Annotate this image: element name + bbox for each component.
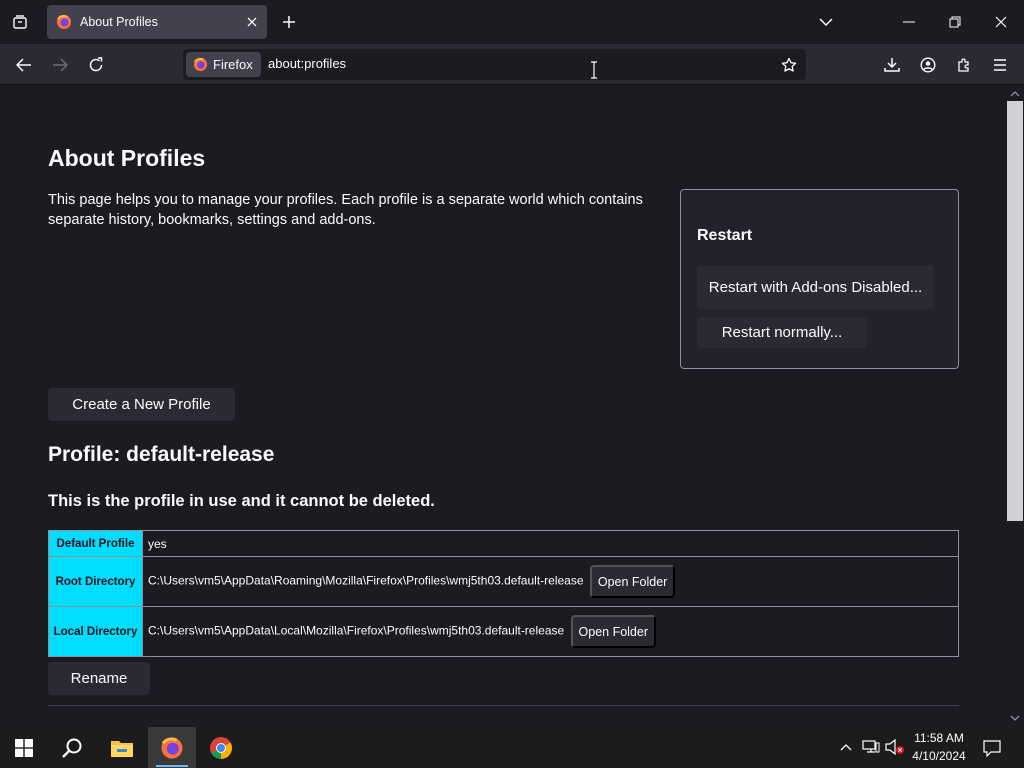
clock-time[interactable]: 11:58 AM: [912, 731, 966, 745]
open-local-folder-button[interactable]: Open Folder: [570, 615, 656, 648]
row-value: yes: [142, 530, 959, 557]
url-input[interactable]: about:profiles: [268, 56, 346, 71]
open-root-folder-button[interactable]: Open Folder: [589, 565, 676, 598]
rename-button[interactable]: Rename: [48, 662, 150, 695]
tray-chevron-icon[interactable]: [838, 739, 854, 755]
firefox-logo-icon: [57, 14, 71, 29]
intro-text: This page helps you to manage your profi…: [48, 192, 643, 228]
network-icon[interactable]: [861, 738, 881, 756]
forward-icon: [45, 50, 75, 80]
windows-start-icon[interactable]: [0, 727, 48, 768]
volume-muted-icon[interactable]: [884, 738, 906, 756]
page-title: About Profiles: [48, 145, 206, 171]
window-close-icon[interactable]: [982, 6, 1020, 38]
back-icon[interactable]: [9, 50, 39, 80]
scrollbar-thumb[interactable]: [1007, 101, 1023, 521]
text-cursor-icon: [591, 61, 597, 79]
extensions-icon[interactable]: [949, 50, 979, 80]
divider: [48, 705, 959, 706]
firefox-logo-icon: [193, 57, 208, 72]
row-value: C:\Users\vm5\AppData\Local\Mozilla\Firef…: [142, 606, 959, 657]
identity-box[interactable]: Firefox: [186, 52, 261, 77]
url-bar[interactable]: Firefox about:profiles: [183, 49, 806, 80]
restore-icon[interactable]: [936, 6, 974, 38]
new-tab-icon[interactable]: [275, 8, 303, 36]
reload-icon[interactable]: [81, 50, 111, 80]
profile-in-use-note: This is the profile in use and it cannot…: [48, 492, 435, 510]
page-content: About Profiles This page helps you to ma…: [0, 85, 1006, 727]
identity-label: Firefox: [213, 57, 253, 72]
table-row: Root Directory C:\Users\vm5\AppData\Roam…: [48, 556, 959, 607]
row-label: Root Directory: [48, 556, 143, 607]
search-icon[interactable]: [48, 727, 96, 768]
default-profile-value: yes: [148, 536, 167, 551]
menu-icon[interactable]: [985, 50, 1015, 80]
close-icon[interactable]: [237, 7, 267, 37]
clock-date[interactable]: 4/10/2024: [911, 749, 967, 763]
root-directory-path: C:\Users\vm5\AppData\Roaming\Mozilla\Fir…: [148, 573, 584, 588]
row-value: C:\Users\vm5\AppData\Roaming\Mozilla\Fir…: [142, 556, 959, 607]
bookmark-star-icon[interactable]: [778, 54, 800, 76]
tab-title: About Profiles: [80, 15, 158, 29]
restart-normally-button[interactable]: Restart normally...: [697, 317, 867, 348]
restart-heading: Restart: [697, 227, 753, 244]
profile-table: Default Profile yes Root Directory C:\Us…: [48, 530, 959, 657]
minimize-icon[interactable]: [890, 6, 928, 38]
vertical-scrollbar[interactable]: [1006, 85, 1024, 727]
table-row: Local Directory C:\Users\vm5\AppData\Loc…: [48, 606, 959, 657]
table-row: Default Profile yes: [48, 530, 959, 557]
notifications-icon[interactable]: [980, 737, 1004, 759]
firefox-taskbar-icon[interactable]: [148, 727, 196, 768]
scroll-down-icon[interactable]: [1010, 713, 1020, 723]
create-profile-button[interactable]: Create a New Profile: [48, 388, 235, 421]
file-explorer-icon[interactable]: [98, 727, 146, 768]
scroll-up-icon[interactable]: [1010, 89, 1020, 99]
downloads-icon[interactable]: [877, 50, 907, 80]
active-indicator: [156, 765, 188, 767]
tab-list-icon[interactable]: [6, 8, 34, 36]
chevron-down-icon[interactable]: [812, 8, 840, 36]
taskbar: 11:58 AM 4/10/2024: [0, 727, 1024, 768]
navigation-toolbar: Firefox about:profiles: [0, 44, 1024, 85]
tab-strip: About Profiles: [0, 0, 1024, 44]
row-label: Local Directory: [48, 606, 143, 657]
local-directory-path: C:\Users\vm5\AppData\Local\Mozilla\Firef…: [148, 623, 565, 638]
restart-addons-disabled-button[interactable]: Restart with Add-ons Disabled...: [697, 266, 934, 309]
row-label: Default Profile: [48, 530, 143, 557]
chrome-icon[interactable]: [197, 727, 245, 768]
profile-heading: Profile: default-release: [48, 443, 275, 466]
account-icon[interactable]: [913, 50, 943, 80]
tab-about-profiles[interactable]: About Profiles: [47, 5, 267, 39]
restart-panel: Restart Restart with Add-ons Disabled...…: [680, 189, 959, 369]
